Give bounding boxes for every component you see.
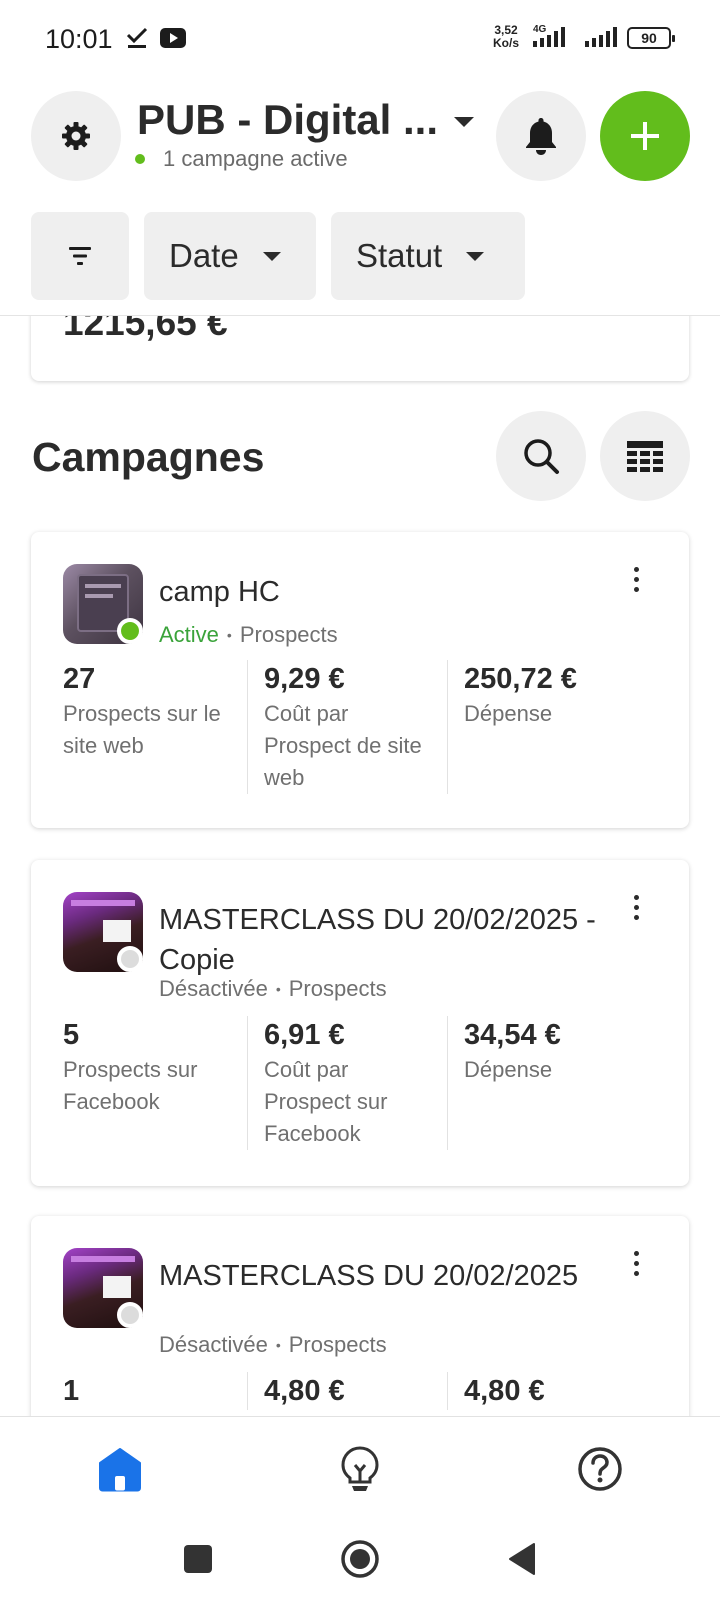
campaign-meta: Active • Prospects xyxy=(159,622,338,647)
metric-label: Coût par Prospect sur Facebook xyxy=(264,1057,388,1146)
campaign-objective: Prospects xyxy=(239,622,338,647)
metric-spend: 34,54 € Dépense xyxy=(447,1016,689,1150)
plus-icon xyxy=(631,122,659,150)
checkmark-icon xyxy=(126,27,148,48)
net-speed-unit: Ko/s xyxy=(493,36,520,50)
chevron-down-icon[interactable] xyxy=(454,117,474,127)
campaign-status: Désactivée xyxy=(159,1332,268,1357)
metric-value: 27 xyxy=(63,663,96,695)
inactive-status-dot xyxy=(117,946,143,972)
metric-value: 1 xyxy=(63,1375,80,1407)
metric-value: 4,80 € xyxy=(464,1375,545,1407)
search-icon xyxy=(524,439,559,474)
metric-value: 4,80 € xyxy=(264,1375,345,1407)
metric-value: 250,72 € xyxy=(464,663,577,695)
table-view-button[interactable] xyxy=(600,411,690,501)
campaign-card[interactable]: MASTERCLASS DU 20/02/2025 - Copie Désact… xyxy=(31,860,689,1186)
date-filter-dropdown[interactable]: Date xyxy=(144,212,316,300)
filter-bar: Date Statut xyxy=(0,196,720,316)
campaign-metrics: 5 Prospects sur Facebook 6,91 € Coût par… xyxy=(31,1016,689,1150)
metric-spend: 250,72 € Dépense xyxy=(447,660,689,794)
inactive-status-dot xyxy=(117,1302,143,1328)
metric-cost-per-result: 4,80 € xyxy=(247,1372,447,1410)
table-icon xyxy=(627,441,663,472)
status-bar: 10:01 3,52 Ko/s 4G 90 xyxy=(0,0,720,78)
metric-cost-per-result: 6,91 € Coût par Prospect sur Facebook xyxy=(247,1016,447,1150)
metric-label: Dépense xyxy=(464,1057,553,1082)
campaign-card[interactable]: camp HC Active • Prospects 27 Prospects … xyxy=(31,532,689,828)
metric-cost-per-result: 9,29 € Coût par Prospect de site web xyxy=(247,660,447,794)
home-system-button[interactable] xyxy=(335,1534,385,1584)
bell-icon xyxy=(526,118,556,155)
more-options-button[interactable] xyxy=(621,564,651,594)
metric-results: 27 Prospects sur le site web xyxy=(31,660,247,794)
square-icon xyxy=(184,1545,212,1573)
back-triangle-icon xyxy=(509,1543,535,1575)
metric-value: 5 xyxy=(63,1019,80,1051)
signal-icon xyxy=(533,27,565,47)
system-navigation xyxy=(0,1526,720,1600)
account-selector[interactable]: PUB - Digital ... xyxy=(137,96,438,144)
battery-indicator: 90 xyxy=(627,27,675,49)
active-dot xyxy=(135,154,145,164)
metric-results: 5 Prospects sur Facebook xyxy=(31,1016,247,1150)
create-campaign-button[interactable] xyxy=(600,91,690,181)
campaign-status: Désactivée xyxy=(159,976,268,1001)
metric-label: Prospects sur le site web xyxy=(63,701,221,758)
campaign-name: MASTERCLASS DU 20/02/2025 - Copie xyxy=(159,904,596,976)
campaign-metrics: 1 4,80 € 4,80 € xyxy=(31,1372,689,1410)
nav-home[interactable] xyxy=(90,1439,150,1499)
youtube-icon xyxy=(160,28,186,48)
back-system-button[interactable] xyxy=(497,1534,547,1584)
home-icon xyxy=(99,1448,141,1492)
date-filter-label: Date xyxy=(169,237,239,274)
metric-label: Prospects sur Facebook xyxy=(63,1057,198,1114)
status-filter-dropdown[interactable]: Statut xyxy=(331,212,525,300)
metric-value: 6,91 € xyxy=(264,1019,345,1051)
lightbulb-icon xyxy=(341,1446,379,1491)
metric-label: Dépense xyxy=(464,701,553,726)
campaign-name: camp HC xyxy=(159,576,280,608)
notifications-button[interactable] xyxy=(496,91,586,181)
active-campaigns-status: 1 campagne active xyxy=(135,146,348,172)
settings-button[interactable] xyxy=(31,91,121,181)
chevron-down-icon xyxy=(262,251,281,261)
bottom-navigation xyxy=(0,1416,720,1526)
campaign-meta: Désactivée • Prospects xyxy=(159,976,387,1001)
campaign-metrics: 27 Prospects sur le site web 9,29 € Coût… xyxy=(31,660,689,794)
metric-value: 34,54 € xyxy=(464,1019,561,1051)
metric-spend: 4,80 € xyxy=(447,1372,689,1410)
gear-icon xyxy=(62,122,90,150)
campaign-objective: Prospects xyxy=(288,976,387,1001)
metric-label: Coût par Prospect de site web xyxy=(264,701,422,790)
campaign-objective: Prospects xyxy=(288,1332,387,1357)
campaign-status: Active xyxy=(159,622,219,647)
campaign-name: MASTERCLASS DU 20/02/2025 xyxy=(159,1260,579,1292)
chevron-down-icon xyxy=(466,251,485,261)
metric-results: 1 xyxy=(31,1372,247,1410)
signal-icon xyxy=(585,27,617,47)
active-status-dot xyxy=(117,618,143,644)
recent-apps-button[interactable] xyxy=(173,1534,223,1584)
search-button[interactable] xyxy=(496,411,586,501)
section-title: Campagnes xyxy=(32,434,265,480)
filter-button[interactable] xyxy=(31,212,129,300)
nav-help[interactable] xyxy=(570,1439,630,1499)
active-campaigns-text: 1 campagne active xyxy=(163,146,348,171)
help-icon xyxy=(578,1447,622,1491)
more-options-button[interactable] xyxy=(621,892,651,922)
net-speed: 3,52 Ko/s xyxy=(493,24,519,50)
nav-ideas[interactable] xyxy=(330,1439,390,1499)
filter-icon xyxy=(69,247,91,265)
campaign-meta: Désactivée • Prospects xyxy=(159,1332,387,1357)
more-options-button[interactable] xyxy=(621,1248,651,1278)
metric-value: 9,29 € xyxy=(264,663,345,695)
status-time: 10:01 xyxy=(45,24,113,54)
status-filter-label: Statut xyxy=(356,237,443,274)
circle-icon xyxy=(341,1540,379,1578)
